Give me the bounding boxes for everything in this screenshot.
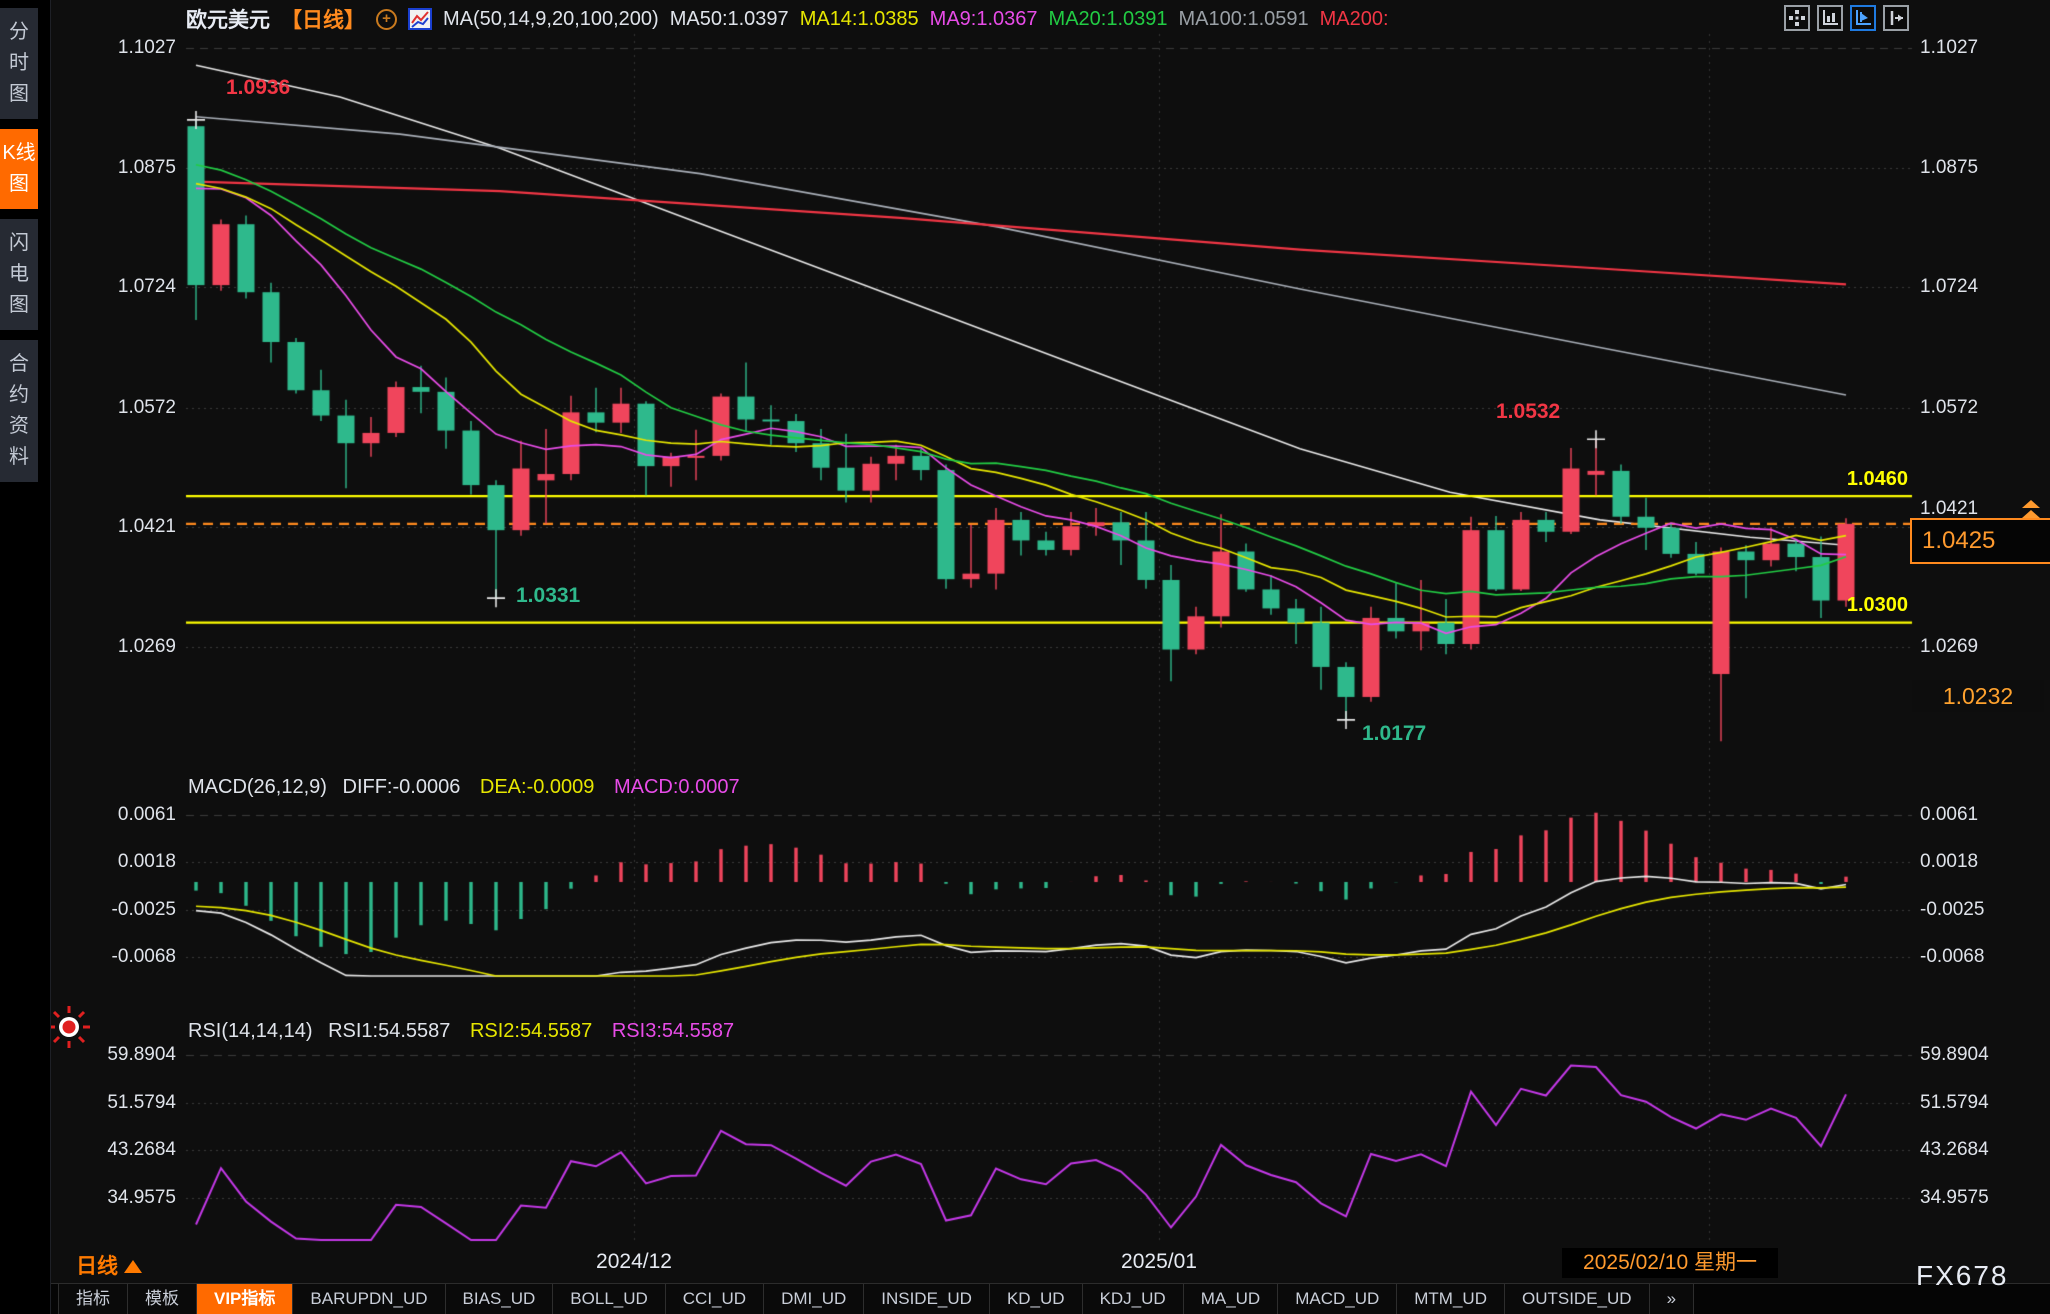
time-axis-row: 日线 2024/12 2025/01 2025/02/10 星期一 FX678: [0, 1246, 2050, 1283]
macd-tick-right-3: -0.0068: [1920, 946, 1984, 968]
tab-MA_UD[interactable]: MA_UD: [1184, 1284, 1279, 1314]
auto-scroll-icon[interactable]: [1850, 5, 1876, 31]
support-level-label: 1.0300: [1758, 594, 1908, 617]
shift-bar-icon[interactable]: [1883, 5, 1909, 31]
period-tag: 【日线】: [281, 4, 365, 34]
macd-dea-value: DEA:-0.0009: [480, 776, 595, 798]
price-tick-right-5: 1.0269: [1920, 636, 1978, 658]
tab-»[interactable]: »: [1650, 1284, 1694, 1314]
ma100-value: MA100:1.0591: [1179, 8, 1309, 31]
macd-diff-value: DIFF:-0.0006: [343, 776, 461, 798]
sidebar-item-3[interactable]: 合约资料: [0, 340, 38, 482]
pan-crosshair-icon[interactable]: [1784, 5, 1810, 31]
price-tick-left-5: 1.0269: [84, 636, 176, 658]
tab-BIAS_UD[interactable]: BIAS_UD: [446, 1284, 554, 1314]
ma50-value: MA50:1.0397: [670, 8, 789, 31]
chevron-up-icon: [124, 1260, 142, 1273]
rsi-tick-right-3: 34.9575: [1920, 1187, 1989, 1209]
price-tick-left-1: 1.0875: [84, 157, 176, 179]
rsi-name: RSI(14,14,14): [188, 1020, 313, 1042]
latest-date-label: 2025/02/10 星期一: [1562, 1248, 1778, 1278]
tab-VIP指标[interactable]: VIP指标: [197, 1284, 293, 1314]
sidebar-item-1[interactable]: K线图: [0, 129, 38, 209]
rsi-tick-left-0: 59.8904: [84, 1044, 176, 1066]
month-label-dec: 2024/12: [596, 1250, 672, 1274]
sidebar-divider: [50, 0, 51, 1314]
sidebar-item-2[interactable]: 闪电图: [0, 219, 38, 330]
macd-tick-right-2: -0.0025: [1920, 899, 1984, 921]
add-indicator-icon[interactable]: +: [376, 9, 397, 30]
tab-MTM_UD[interactable]: MTM_UD: [1397, 1284, 1505, 1314]
ma20-value: MA20:1.0391: [1049, 8, 1168, 31]
indicator-target-icon[interactable]: [46, 1004, 92, 1055]
trading-app: { "header": { "symbol": "欧元美元", "period_…: [0, 0, 2050, 1314]
rsi2-value: RSI2:54.5587: [470, 1020, 592, 1042]
indicator-tabbar: 指标模板VIP指标BARUPDN_UDBIAS_UDBOLL_UDCCI_UDD…: [0, 1283, 2050, 1314]
sidebar-item-0[interactable]: 分时图: [0, 8, 38, 119]
price-tick-left-4: 1.0421: [84, 516, 176, 538]
chart-toolbar: [1784, 5, 1909, 31]
rsi-tick-right-1: 51.5794: [1920, 1092, 1989, 1114]
rsi-tick-right-0: 59.8904: [1920, 1044, 1989, 1066]
price-tick-left-2: 1.0724: [84, 276, 176, 298]
ma14-value: MA14:1.0385: [800, 8, 919, 31]
ma200-value: MA200:: [1320, 8, 1389, 31]
macd-header: MACD(26,12,9) DIFF:-0.0006 DEA:-0.0009 M…: [188, 776, 740, 799]
price-tick-right-2: 1.0724: [1920, 276, 1978, 298]
session-low-box: 1.0232: [1912, 680, 2044, 712]
high-marker-1-0936: 1.0936: [226, 76, 290, 100]
macd-tick-right-1: 0.0018: [1920, 851, 1978, 873]
symbol-name: 欧元美元: [186, 4, 270, 34]
rsi-tick-left-1: 51.5794: [84, 1092, 176, 1114]
candlestick-mini-icon[interactable]: [408, 7, 432, 31]
chart-header: 欧元美元 【日线】 + MA(50,14,9,20,100,200) MA50:…: [186, 4, 1389, 34]
chart-type-sidebar: 分时图 K线图闪电图合约资料: [0, 0, 50, 1314]
tab-KDJ_UD[interactable]: KDJ_UD: [1083, 1284, 1184, 1314]
macd-tick-right-0: 0.0061: [1920, 804, 1978, 826]
tab-MACD_UD[interactable]: MACD_UD: [1278, 1284, 1397, 1314]
macd-name: MACD(26,12,9): [188, 776, 327, 798]
chart-canvas[interactable]: [50, 0, 2050, 1314]
rsi-header: RSI(14,14,14) RSI1:54.5587 RSI2:54.5587 …: [188, 1020, 734, 1043]
rsi1-value: RSI1:54.5587: [328, 1020, 450, 1042]
high-marker-1-0532: 1.0532: [1496, 400, 1560, 424]
rsi-tick-left-3: 34.9575: [84, 1187, 176, 1209]
rsi-tick-left-2: 43.2684: [84, 1139, 176, 1161]
tab-CCI_UD[interactable]: CCI_UD: [666, 1284, 764, 1314]
month-label-jan: 2025/01: [1121, 1250, 1197, 1274]
tab-DMI_UD[interactable]: DMI_UD: [764, 1284, 864, 1314]
tab-模板[interactable]: 模板: [128, 1284, 197, 1314]
tab-指标[interactable]: 指标: [58, 1284, 128, 1314]
axis-scale-icon[interactable]: [1817, 5, 1843, 31]
rsi-tick-right-2: 43.2684: [1920, 1139, 1989, 1161]
price-tick-left-0: 1.1027: [84, 37, 176, 59]
macd-macd-value: MACD:0.0007: [614, 776, 740, 798]
brand-watermark: FX678: [1916, 1260, 2009, 1292]
scroll-to-latest-icon[interactable]: [2022, 500, 2042, 520]
price-tick-right-1: 1.0875: [1920, 157, 1978, 179]
price-tick-right-3: 1.0572: [1920, 397, 1978, 419]
price-tick-right-0: 1.1027: [1920, 37, 1978, 59]
tab-OUTSIDE_UD[interactable]: OUTSIDE_UD: [1505, 1284, 1650, 1314]
macd-tick-left-1: 0.0018: [84, 851, 176, 873]
period-selector[interactable]: 日线: [76, 1250, 142, 1280]
low-marker-1-0331: 1.0331: [516, 584, 580, 608]
resistance-level-label: 1.0460: [1758, 468, 1908, 491]
rsi3-value: RSI3:54.5587: [612, 1020, 734, 1042]
current-price-box: 1.0425: [1910, 518, 2050, 564]
macd-tick-left-0: 0.0061: [84, 804, 176, 826]
tab-BOLL_UD[interactable]: BOLL_UD: [553, 1284, 665, 1314]
low-marker-1-0177: 1.0177: [1362, 722, 1426, 746]
price-tick-left-3: 1.0572: [84, 397, 176, 419]
ma9-value: MA9:1.0367: [930, 8, 1038, 31]
macd-tick-left-3: -0.0068: [84, 946, 176, 968]
ma-settings-label: MA(50,14,9,20,100,200): [443, 8, 659, 31]
tab-KD_UD[interactable]: KD_UD: [990, 1284, 1083, 1314]
tab-BARUPDN_UD[interactable]: BARUPDN_UD: [293, 1284, 445, 1314]
macd-tick-left-2: -0.0025: [84, 899, 176, 921]
tab-INSIDE_UD[interactable]: INSIDE_UD: [864, 1284, 990, 1314]
